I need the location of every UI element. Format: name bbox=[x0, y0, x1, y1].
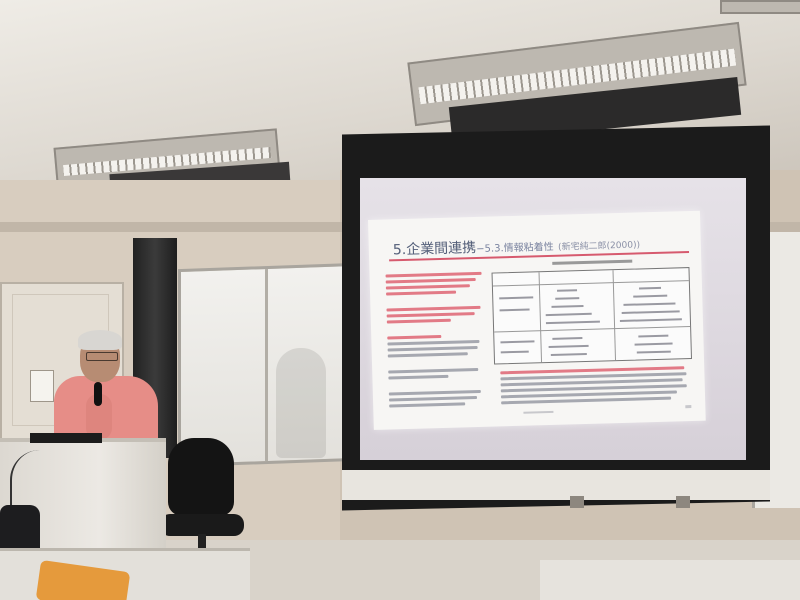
text-line bbox=[387, 334, 442, 340]
table-cell-text bbox=[499, 296, 534, 300]
screen-bottom-edge bbox=[342, 470, 770, 500]
text-line bbox=[386, 318, 451, 324]
text-line bbox=[387, 339, 480, 346]
table-cell-text bbox=[557, 289, 578, 292]
presenter-hair bbox=[78, 330, 122, 350]
table-caption bbox=[552, 259, 633, 265]
table-cell-text bbox=[551, 305, 584, 308]
table-cell-text bbox=[548, 344, 589, 349]
text-line bbox=[501, 396, 672, 405]
slide-footer bbox=[523, 410, 554, 414]
chair-seat bbox=[160, 514, 244, 536]
text-line bbox=[387, 345, 478, 352]
slide-title-main: 5.企業間連携 bbox=[392, 239, 477, 259]
table-row-line bbox=[492, 280, 689, 287]
text-line bbox=[386, 290, 457, 296]
wall-notice-paper bbox=[30, 370, 54, 402]
slide-title-sub: −5.3.情報粘着性 bbox=[476, 241, 554, 255]
table-cell-text bbox=[499, 308, 530, 312]
text-line bbox=[388, 367, 479, 374]
whiteboard bbox=[178, 262, 356, 468]
table-cell-text bbox=[636, 350, 671, 354]
table-column-line bbox=[538, 272, 543, 363]
laptop bbox=[30, 433, 102, 443]
slide-note-text bbox=[500, 363, 691, 407]
table-cell-text bbox=[638, 286, 662, 290]
table-cell-text bbox=[619, 318, 682, 323]
text-line bbox=[387, 352, 468, 358]
presenter-shadow bbox=[276, 348, 326, 458]
text-line bbox=[388, 389, 481, 396]
lecture-room-photo: 5.企業間連携−5.3.情報粘着性 (新宅純二郎(2000)) bbox=[0, 0, 800, 600]
table-cell-text bbox=[638, 334, 669, 338]
table-cell-text bbox=[633, 294, 668, 298]
table-cell-text bbox=[552, 337, 583, 340]
table-cell-text bbox=[621, 310, 680, 314]
table-cell-text bbox=[555, 297, 580, 300]
text-line bbox=[385, 284, 470, 290]
table-column-line bbox=[612, 270, 617, 361]
text-line bbox=[386, 312, 475, 318]
table-cell-text bbox=[545, 320, 600, 325]
text-line bbox=[385, 271, 482, 278]
slide-bullet-text bbox=[385, 269, 489, 411]
slide-table bbox=[491, 259, 693, 365]
slide-page-number bbox=[685, 405, 692, 409]
table-cell-text bbox=[623, 302, 676, 306]
presenter bbox=[52, 330, 162, 450]
glasses bbox=[86, 352, 118, 361]
table-cell-text bbox=[500, 350, 529, 354]
text-line bbox=[389, 402, 466, 408]
text-line bbox=[386, 305, 481, 312]
slide-title-citation: (新宅純二郎(2000)) bbox=[557, 240, 641, 253]
table-cell-text bbox=[550, 352, 587, 356]
table-row-line bbox=[494, 326, 691, 333]
whiteboard-seam bbox=[265, 268, 268, 462]
ceiling-light-fixture bbox=[720, 0, 800, 14]
screen-hook bbox=[570, 496, 584, 508]
table-cell-text bbox=[545, 312, 592, 317]
table-cell-text bbox=[634, 342, 673, 346]
table-cell-text bbox=[500, 340, 535, 344]
text-line bbox=[388, 374, 449, 380]
chair-backrest bbox=[168, 438, 234, 516]
text-line bbox=[388, 396, 478, 402]
text-line bbox=[385, 278, 476, 284]
projected-slide: 5.企業間連携−5.3.情報粘着性 (新宅純二郎(2000)) bbox=[368, 210, 706, 430]
microphone bbox=[94, 382, 102, 406]
screen-hook bbox=[676, 496, 690, 508]
front-desk-right bbox=[540, 560, 800, 600]
